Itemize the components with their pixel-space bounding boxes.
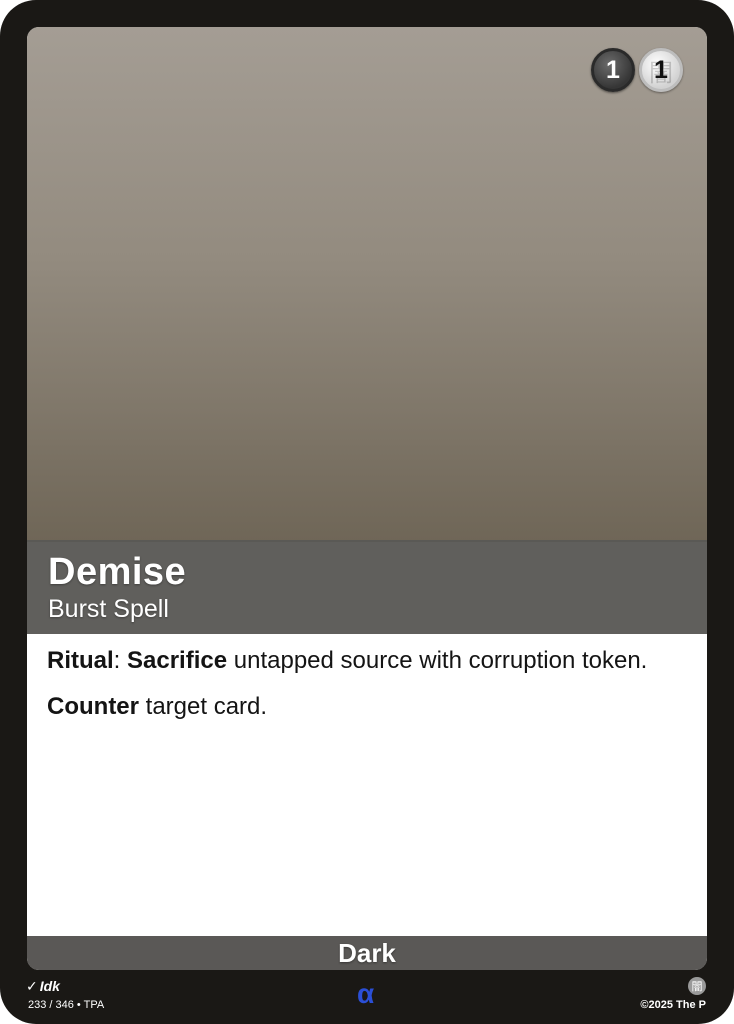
element-cost-value: 1 (654, 55, 668, 84)
generic-cost-icon: 1 (591, 48, 635, 92)
game-card[interactable]: 1 闇 1 Demise Burst Spell Ritual: Sacrifi… (0, 0, 734, 1024)
artist-credit: ✓ Idk (26, 978, 60, 995)
rarity-icon: α (357, 978, 375, 1009)
card-face: 1 闇 1 Demise Burst Spell Ritual: Sacrifi… (27, 27, 707, 970)
keyword-sacrifice: Sacrifice (127, 647, 228, 674)
card-art: 1 闇 1 (27, 27, 707, 542)
dark-element-icon: 闇 (688, 977, 706, 995)
rules-line-2: Counter target card. (47, 690, 687, 724)
rules-line-1: Ritual: Sacrifice untapped source with c… (47, 644, 687, 678)
artist-name: Idk (39, 978, 60, 994)
brush-icon: ✓ (26, 978, 38, 994)
keyword-separator: : (113, 647, 128, 674)
card-name: Demise (48, 551, 187, 593)
card-type-line: Burst Spell (48, 595, 169, 623)
dark-element-cost-icon: 闇 1 (639, 48, 683, 92)
rules-text-box: Ritual: Sacrifice untapped source with c… (27, 634, 707, 936)
keyword-ritual: Ritual (47, 647, 114, 674)
corner-glyph: 闇 (691, 981, 703, 993)
copyright: ©2025 The P (640, 999, 706, 1011)
rules-text: untapped source with corruption token. (227, 647, 648, 674)
element-label: Dark (338, 937, 396, 968)
set-info: 233 / 346 • TPA (28, 999, 105, 1011)
generic-cost-value: 1 (606, 55, 620, 84)
rules-text: target card. (139, 693, 268, 720)
keyword-counter: Counter (47, 693, 139, 720)
element-bar: Dark (27, 936, 707, 970)
title-band: Demise Burst Spell (27, 540, 707, 634)
